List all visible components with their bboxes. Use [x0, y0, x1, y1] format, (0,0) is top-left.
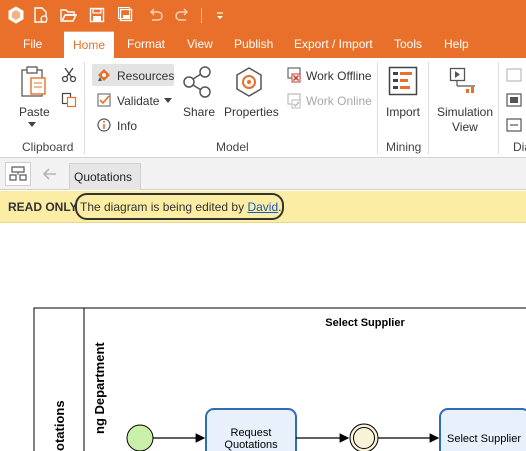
title-bar [0, 0, 526, 31]
diagram-tool-icon-1 [506, 68, 522, 82]
arrow-left-icon [42, 168, 56, 180]
menu-tab-view[interactable]: View [183, 31, 217, 58]
new-document-icon[interactable] [31, 6, 49, 24]
read-only-label: READ ONLY [8, 200, 78, 214]
tab-quotations-label: Quotations [74, 170, 133, 184]
back-button[interactable] [37, 162, 63, 186]
menu-tab-home[interactable]: Home [64, 31, 114, 58]
ribbon-separator [377, 62, 378, 154]
copy-icon[interactable] [61, 92, 77, 108]
callout-highlight [75, 193, 284, 220]
diagram-canvas: otations ng Department Select Supplier R… [0, 224, 526, 451]
work-offline-button[interactable]: Work Offline [306, 69, 372, 83]
menu-tab-publish[interactable]: Publish [230, 31, 277, 58]
diagram-group-label: Dia [513, 140, 526, 154]
diagram-tool-icon-3[interactable] [506, 118, 522, 132]
work-offline-icon[interactable] [286, 67, 302, 83]
menu-tab-tools[interactable]: Tools [390, 31, 426, 58]
overview-icon [9, 166, 27, 181]
task-select-supplier-label: Select Supplier [447, 433, 521, 445]
lane-label[interactable]: ng Department [92, 342, 107, 434]
model-group-label: Model [216, 140, 249, 154]
start-event[interactable] [126, 424, 154, 451]
share-icon[interactable] [181, 66, 213, 98]
lane-title: Select Supplier [325, 317, 405, 329]
info-button[interactable]: Info [117, 119, 137, 133]
app-window: File Home Format View Publish Export / I… [0, 0, 526, 451]
menu-tab-format[interactable]: Format [123, 31, 169, 58]
simulation-view-label-1[interactable]: Simulation [437, 105, 493, 119]
diagram-overview-button[interactable] [5, 162, 31, 186]
document-tab-strip: Quotations [0, 158, 526, 190]
intermediate-event[interactable] [349, 423, 379, 451]
properties-button[interactable]: Properties [224, 105, 279, 119]
save-icon[interactable] [88, 6, 106, 24]
work-online-button: Work Online [306, 94, 372, 108]
simulation-view-icon[interactable] [449, 66, 479, 96]
menu-tab-export-import[interactable]: Export / Import [290, 31, 377, 58]
ribbon: Paste Clipboard Resources Validate Info [0, 58, 526, 158]
info-icon[interactable] [97, 118, 111, 132]
resources-icon[interactable] [97, 68, 111, 82]
diagram-tool-icon-2[interactable] [506, 93, 522, 107]
menu-bar: File Home Format View Publish Export / I… [0, 31, 526, 58]
paste-button[interactable]: Paste [19, 105, 50, 119]
task-request-quotations-line2: Quotations [224, 439, 278, 451]
import-icon[interactable] [388, 66, 418, 96]
pool-label[interactable]: otations [52, 400, 67, 451]
redo-icon[interactable] [174, 6, 192, 24]
validate-icon[interactable] [97, 93, 111, 107]
properties-icon[interactable] [233, 66, 265, 98]
mining-group-label: Mining [386, 140, 422, 154]
work-online-icon [286, 93, 302, 109]
paste-icon[interactable] [19, 66, 47, 98]
app-logo-icon [7, 6, 25, 24]
open-folder-icon[interactable] [59, 6, 78, 24]
quick-access-divider [201, 8, 202, 23]
save-all-icon[interactable] [117, 6, 135, 24]
import-button[interactable]: Import [386, 105, 420, 119]
paste-dropdown-icon[interactable] [28, 122, 36, 128]
share-button[interactable]: Share [183, 105, 215, 119]
validate-dropdown-icon[interactable] [164, 98, 172, 104]
cut-icon[interactable] [61, 67, 77, 83]
customize-quick-access-icon[interactable] [211, 6, 229, 24]
simulation-view-label-2[interactable]: View [452, 120, 478, 134]
ribbon-separator [498, 62, 499, 154]
tab-quotations[interactable]: Quotations [69, 163, 141, 190]
validate-button[interactable]: Validate [117, 94, 159, 108]
menu-tab-help[interactable]: Help [440, 31, 473, 58]
task-request-quotations-line1: Request [231, 427, 272, 439]
ribbon-separator [428, 62, 429, 154]
undo-icon[interactable] [146, 6, 164, 24]
ribbon-separator [84, 62, 85, 154]
menu-tab-file[interactable]: File [19, 31, 46, 58]
read-only-banner: READ ONLY The diagram is being edited by… [0, 191, 526, 223]
resources-button[interactable]: Resources [117, 69, 174, 83]
clipboard-group-label: Clipboard [22, 140, 74, 154]
